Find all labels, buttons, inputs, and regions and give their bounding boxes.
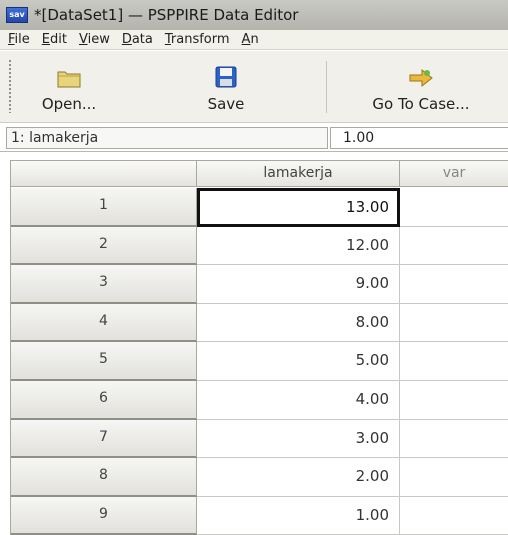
- menu-view[interactable]: View: [73, 32, 116, 47]
- empty-cell[interactable]: [400, 227, 508, 266]
- toolbar-grip[interactable]: [8, 59, 12, 113]
- empty-cell[interactable]: [400, 265, 508, 304]
- data-cell[interactable]: 8.00: [197, 303, 400, 343]
- row-header[interactable]: 6: [11, 380, 197, 420]
- data-cell[interactable]: 3.00: [197, 419, 400, 459]
- menu-file[interactable]: File: [0, 32, 36, 47]
- data-cell[interactable]: 5.00: [197, 342, 400, 381]
- toolbar: Open... Save Go To Case...: [0, 51, 508, 123]
- empty-cell[interactable]: [400, 188, 508, 227]
- menu-bar: File Edit View Data Transform An: [0, 30, 508, 50]
- table-row: 4 8.00: [11, 303, 508, 343]
- data-grid: lamakerja var 1 13.00 2 12.00 3 9.00 4 8…: [10, 160, 508, 535]
- table-row: 9 1.00: [11, 496, 508, 535]
- window-title: *[DataSet1] — PSPPIRE Data Editor: [34, 6, 299, 24]
- empty-cell[interactable]: [400, 497, 508, 535]
- empty-cell[interactable]: [400, 420, 508, 459]
- empty-cell[interactable]: [400, 381, 508, 420]
- goto-case-button[interactable]: Go To Case...: [336, 57, 506, 117]
- data-cell[interactable]: 4.00: [197, 380, 400, 420]
- data-cell[interactable]: 1.00: [197, 496, 400, 535]
- row-header[interactable]: 5: [11, 342, 197, 381]
- data-cell[interactable]: 9.00: [197, 265, 400, 304]
- floppy-disk-icon: [214, 61, 238, 89]
- data-cell[interactable]: 2.00: [197, 458, 400, 497]
- row-header[interactable]: 8: [11, 458, 197, 497]
- row-header[interactable]: 1: [11, 188, 197, 227]
- menu-data[interactable]: Data: [116, 32, 159, 47]
- goto-case-icon: [407, 61, 435, 89]
- open-button[interactable]: Open...: [22, 57, 116, 117]
- menu-transform[interactable]: Transform: [159, 32, 236, 47]
- table-row: 7 3.00: [11, 419, 508, 459]
- table-row: 8 2.00: [11, 458, 508, 497]
- table-row: 2 12.00: [11, 226, 508, 266]
- table-row: 3 9.00: [11, 265, 508, 304]
- folder-icon: [56, 61, 82, 89]
- cell-reference-bar: 1: lamakerja 1.00: [0, 124, 508, 152]
- data-cell-active[interactable]: 13.00: [197, 188, 400, 227]
- empty-cell[interactable]: [400, 304, 508, 343]
- empty-cell[interactable]: [400, 342, 508, 381]
- table-row: 6 4.00: [11, 380, 508, 420]
- app-icon: sav: [6, 7, 28, 23]
- menu-analyze[interactable]: An: [236, 32, 265, 47]
- row-header[interactable]: 3: [11, 265, 197, 304]
- save-button[interactable]: Save: [186, 57, 266, 117]
- table-row: 5 5.00: [11, 342, 508, 381]
- toolbar-separator: [326, 61, 327, 113]
- row-header[interactable]: 9: [11, 496, 197, 535]
- cell-value-field[interactable]: 1.00: [330, 127, 508, 149]
- cell-reference-field[interactable]: 1: lamakerja: [6, 127, 328, 149]
- menu-edit[interactable]: Edit: [36, 32, 73, 47]
- empty-cell[interactable]: [400, 458, 508, 497]
- row-header[interactable]: 2: [11, 226, 197, 266]
- open-label: Open...: [41, 95, 97, 113]
- title-bar: sav *[DataSet1] — PSPPIRE Data Editor: [0, 0, 508, 30]
- row-header[interactable]: 7: [11, 419, 197, 459]
- save-label: Save: [207, 95, 245, 113]
- grid-corner[interactable]: [11, 161, 197, 187]
- row-header[interactable]: 4: [11, 303, 197, 343]
- table-row: 1 13.00: [11, 188, 508, 227]
- grid-header: lamakerja var: [11, 161, 508, 187]
- column-header-lamakerja[interactable]: lamakerja: [197, 161, 400, 187]
- data-cell[interactable]: 12.00: [197, 226, 400, 266]
- grid-rows: 1 13.00 2 12.00 3 9.00 4 8.00 5 5.00 6 4…: [11, 188, 508, 535]
- goto-case-label: Go To Case...: [372, 95, 470, 113]
- column-header-var[interactable]: var: [400, 161, 508, 187]
